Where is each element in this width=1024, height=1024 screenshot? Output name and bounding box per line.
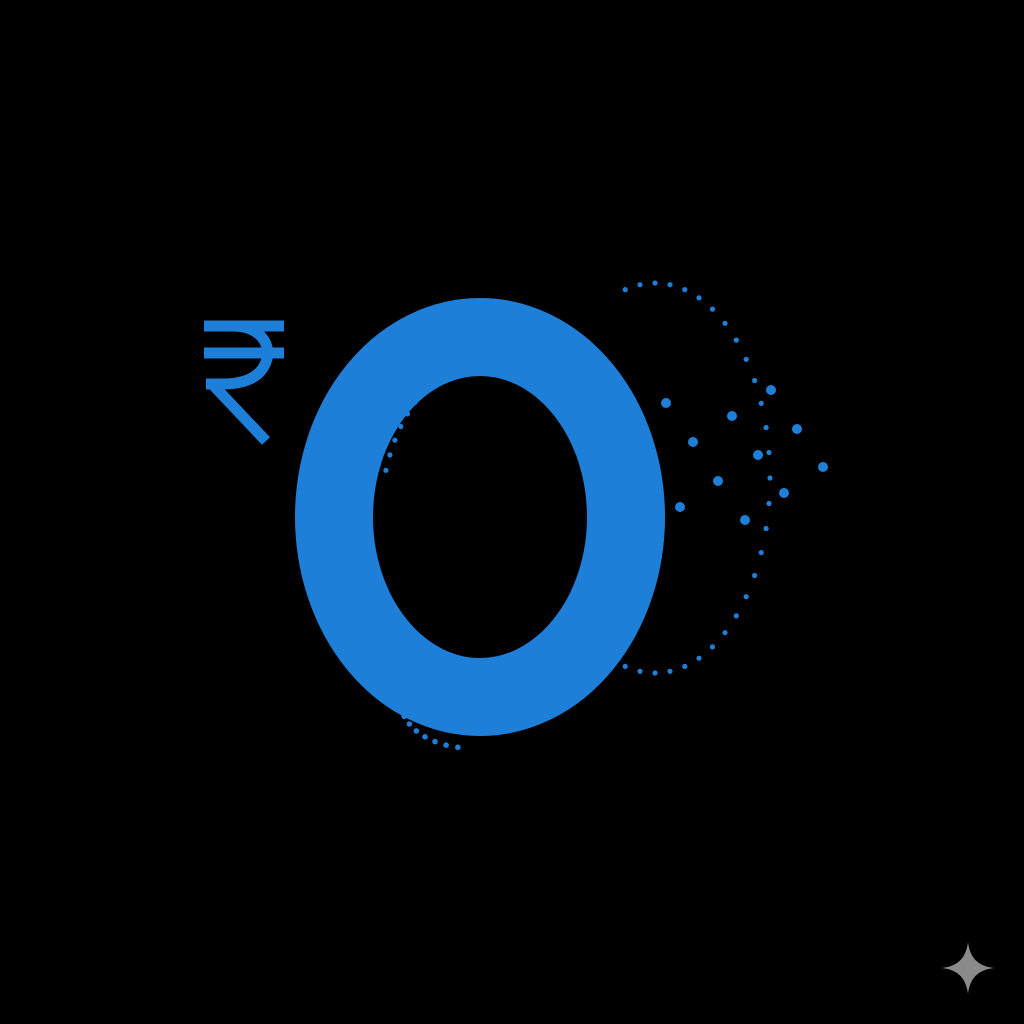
outer-arc-dot [667,668,673,674]
inner-arc-dot [478,362,484,368]
outer-arc-dot [758,550,764,556]
scatter-particle [688,437,698,447]
outer-arc-dot [758,400,764,406]
outer-arc-dot [652,280,658,286]
scatter-particle [623,424,633,434]
outer-arc-dot [722,320,728,326]
outer-arc-dot [682,287,688,293]
outer-arc-dot [709,644,716,650]
sparkle-icon [942,942,994,994]
scatter-particle [779,488,789,498]
outer-arc-dot [709,306,716,312]
outer-arc-dot [696,295,702,301]
outer-arc-dot [766,500,772,507]
outer-arc-dot [752,572,758,579]
outer-arc-dot [608,655,614,661]
inner-arc-dot [420,389,426,395]
outer-arc-dot [743,594,749,600]
scatter-particle [727,411,737,421]
inner-arc-dot [412,399,418,405]
bottom-arc-dot [406,721,413,727]
outer-arc-dot [682,663,688,670]
inner-arc-dot [458,364,464,370]
outer-arc-dot [696,655,702,661]
inner-arc-dot [438,374,444,380]
scatter-particle [740,515,750,525]
scatter-particle [713,476,723,486]
outer-arc-dot [637,668,643,674]
outer-arc-dot [622,287,628,293]
scatter-particle [661,398,671,408]
outer-arc-dot [766,449,772,456]
outer-arc-dot [743,356,749,362]
outer-arc-dot [667,282,673,288]
inner-arc-dot [429,381,435,387]
bottom-arc-dot [422,734,428,740]
bottom-arc-dot [455,744,461,751]
rupee-symbol-icon [204,320,284,445]
outer-arc-dot [767,475,773,481]
scatter-particle [766,385,776,395]
inner-arc-dot [392,437,398,443]
scatter-particle [675,502,685,512]
inner-arc-dot [387,452,393,458]
outer-arc-dot [733,613,739,619]
inner-arc-dot [468,362,474,368]
scatter-particle [792,424,802,434]
outer-arc-dot [733,337,739,343]
outer-arc-dot [622,663,628,670]
inner-arc-dot [383,467,389,473]
inner-arc-dot [404,411,411,417]
zero-rupee-logo [204,280,828,751]
bottom-arc-dot [401,713,408,720]
inner-arc-dot [398,423,404,430]
logo-canvas [0,0,1024,1024]
scatter-particle [753,450,763,460]
outer-arc-dot [752,377,758,384]
outer-arc-dot [594,644,601,650]
inner-arc-dot [448,368,454,374]
outer-arc-dot [722,630,728,636]
outer-arc-dot [652,670,658,676]
outer-arc-dot [763,525,769,532]
scatter-particle [818,462,828,472]
outer-arc-dot [637,282,643,288]
bottom-arc-dot [432,738,438,745]
outer-arc-dot [763,424,769,431]
scatter-particle [649,463,659,473]
bottom-arc-dot [413,728,420,734]
zero-digit-ring [295,298,665,736]
bottom-arc-dot [443,742,449,748]
